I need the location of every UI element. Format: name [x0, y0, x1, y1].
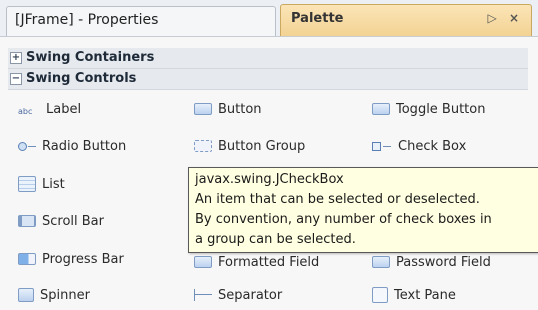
palette-item-scroll-bar[interactable]: Scroll Bar [18, 209, 104, 233]
palette-item-toggle-button[interactable]: Toggle Button [372, 97, 485, 121]
tab-palette[interactable]: Palette ▷ × [280, 4, 532, 36]
button-group-icon [194, 140, 212, 152]
tooltip-description-line: An item that can be selected or deselect… [195, 192, 480, 207]
category-label: Swing Containers [26, 50, 155, 65]
palette-item-text: Toggle Button [396, 101, 486, 117]
palette-item-label[interactable]: Label [18, 97, 81, 121]
category-swing-controls[interactable]: − Swing Controls [8, 69, 528, 90]
check-box-icon [372, 140, 392, 152]
toggle-button-icon [372, 103, 390, 115]
palette-window-buttons[interactable]: ▷ × [488, 11, 523, 25]
progress-bar-icon [18, 253, 36, 265]
tooltip-description-line: By convention, any number of check boxes… [195, 212, 492, 227]
palette-item-text: Spinner [40, 287, 90, 303]
palette-item-text: Radio Button [42, 138, 127, 154]
palette-item-text: Formatted Field [218, 254, 320, 270]
palette-item-text: Check Box [398, 138, 467, 154]
palette-item-text: Text Pane [394, 287, 456, 303]
scroll-bar-icon [18, 215, 36, 227]
spinner-icon [18, 288, 34, 302]
palette-item-spinner[interactable]: Spinner [18, 283, 90, 307]
collapse-icon[interactable]: − [10, 73, 22, 85]
palette-item-text: Separator [218, 287, 283, 303]
tab-properties[interactable]: [JFrame] - Properties [6, 6, 276, 36]
palette-item-check-box[interactable]: Check Box [372, 134, 466, 158]
category-label: Swing Controls [26, 71, 137, 86]
check-box-tooltip: javax.swing.JCheckBox An item that can b… [188, 167, 538, 253]
list-icon [18, 176, 36, 192]
palette-item-text: Button Group [218, 138, 306, 154]
palette-item-progress-bar[interactable]: Progress Bar [18, 247, 124, 271]
palette-item-formatted-field[interactable]: Formatted Field [194, 250, 319, 274]
password-field-icon [372, 256, 390, 268]
tab-palette-label: Palette [291, 11, 344, 26]
palette-window: [JFrame] - Properties Palette ▷ × + Swing… [0, 0, 538, 310]
palette-item-text-pane[interactable]: Text Pane [372, 283, 456, 307]
button-icon [194, 103, 212, 115]
palette-item-text: Password Field [396, 254, 491, 270]
palette-item-text: Progress Bar [42, 251, 124, 267]
palette-item-text: Label [46, 101, 82, 117]
text-pane-icon [372, 287, 388, 303]
palette-item-list[interactable]: List [18, 172, 65, 196]
palette-item-button[interactable]: Button [194, 97, 262, 121]
palette-item-password-field[interactable]: Password Field [372, 250, 491, 274]
formatted-field-icon [194, 256, 212, 268]
tooltip-description-line: a group can be selected. [195, 232, 356, 247]
palette-item-text: List [42, 176, 65, 192]
palette-item-separator[interactable]: Separator [194, 283, 282, 307]
label-icon [18, 103, 40, 115]
palette-item-button-group[interactable]: Button Group [194, 134, 305, 158]
expand-icon[interactable]: + [10, 52, 22, 64]
tab-properties-label: [JFrame] - Properties [15, 12, 159, 28]
separator-icon [194, 289, 212, 301]
tab-bar: [JFrame] - Properties Palette ▷ × [0, 0, 538, 37]
tooltip-class-name: javax.swing.JCheckBox [195, 172, 344, 187]
category-swing-containers[interactable]: + Swing Containers [8, 48, 528, 69]
radio-button-icon [18, 140, 36, 152]
palette-item-text: Scroll Bar [42, 213, 104, 229]
palette-item-radio-button[interactable]: Radio Button [18, 134, 126, 158]
palette-item-text: Button [218, 101, 262, 117]
